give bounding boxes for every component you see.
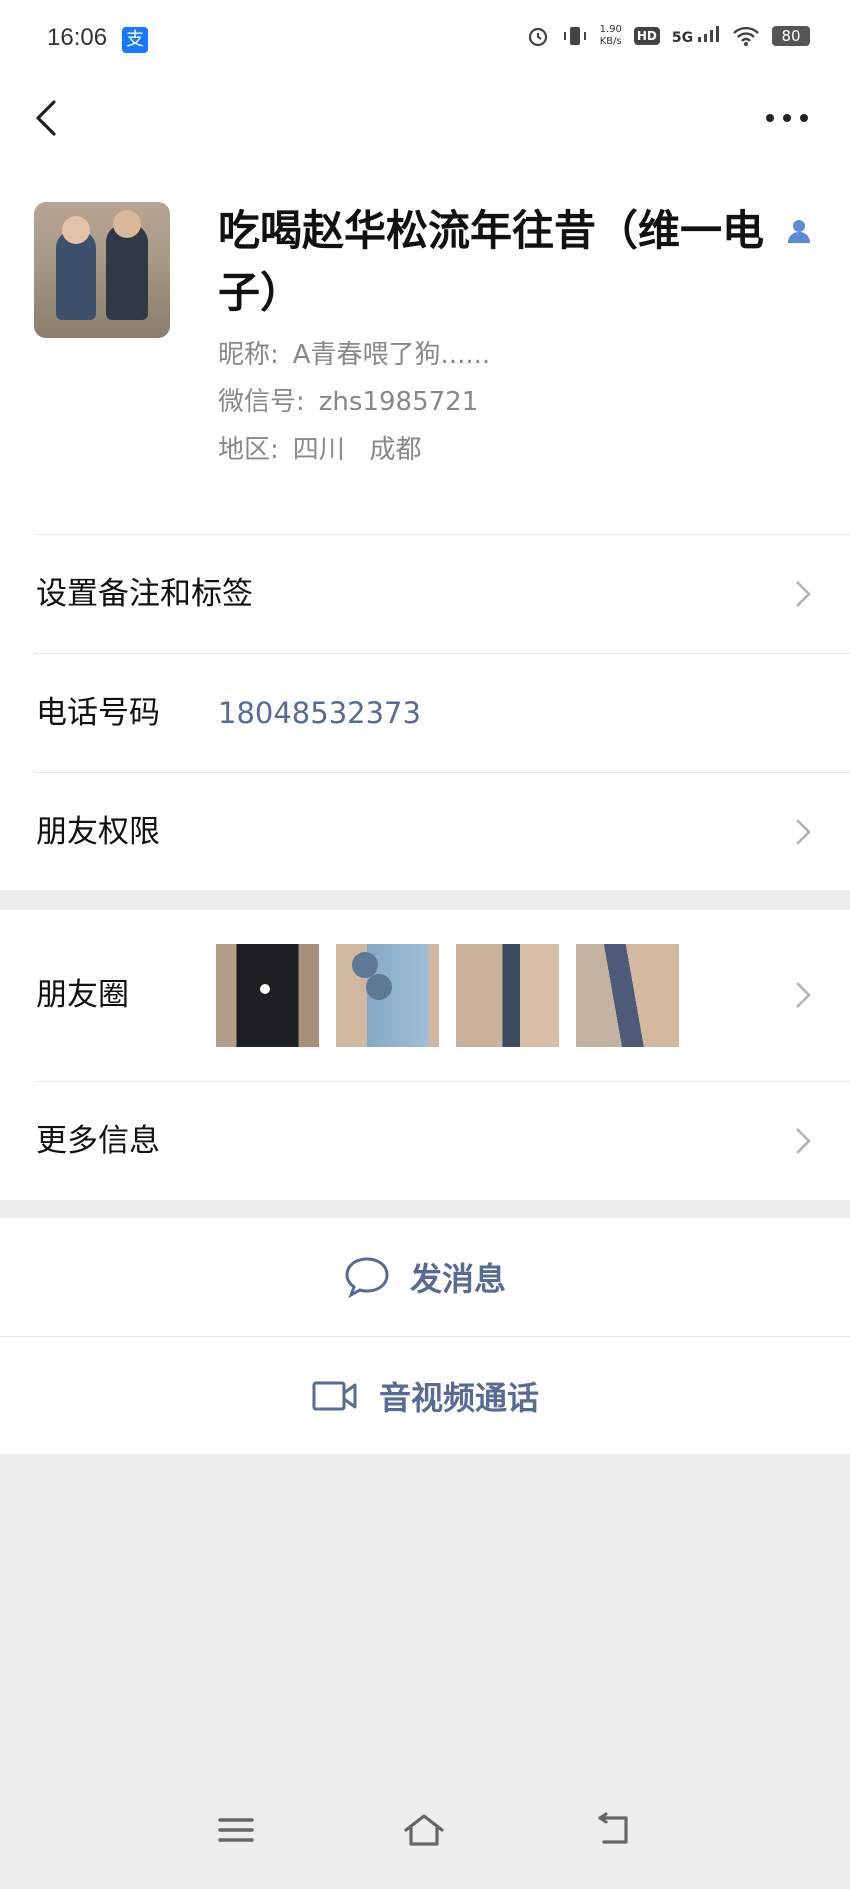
more-info-label: 更多信息 — [36, 1123, 160, 1159]
net-speed-value: 1.90 — [599, 24, 622, 35]
status-bar: 16:06 支 1.90 KB/s HD 5G 80 — [0, 0, 850, 80]
remark-tags-label: 设置备注和标签 — [36, 576, 253, 612]
moments-label: 朋友圈 — [36, 977, 129, 1013]
nickname-label: 昵称: — [218, 340, 279, 370]
home-icon[interactable] — [402, 1810, 446, 1850]
net-speed: 1.90 KB/s — [600, 24, 622, 48]
phone-row[interactable]: 电话号码 18048532373 — [0, 654, 850, 772]
chevron-right-icon — [796, 982, 811, 1008]
video-camera-icon — [312, 1381, 357, 1411]
battery-icon: 80 — [772, 26, 810, 46]
nickname-value: A青春喂了狗...... — [292, 340, 491, 370]
phone-value[interactable]: 18048532373 — [218, 654, 421, 772]
vibrate-icon — [563, 27, 586, 45]
alarm-icon — [528, 27, 547, 47]
wechat-id-value: zhs1985721 — [318, 387, 479, 417]
more-info-row[interactable]: 更多信息 — [0, 1082, 850, 1200]
moments-thumbnail — [456, 944, 559, 1047]
system-nav-bar — [0, 1810, 850, 1870]
network-type: 5G — [671, 30, 694, 46]
chevron-right-icon — [796, 819, 811, 845]
region-line: 地区: 四川 成都 — [218, 429, 422, 466]
send-message-button[interactable]: 发消息 — [0, 1218, 850, 1336]
friend-permission-label: 朋友权限 — [36, 814, 160, 850]
more-dots-icon[interactable] — [764, 108, 810, 128]
send-message-label: 发消息 — [409, 1260, 506, 1298]
back-icon[interactable] — [592, 1810, 636, 1850]
chevron-right-icon — [796, 1128, 811, 1154]
region-label: 地区: — [218, 435, 279, 465]
video-call-button[interactable]: 音视频通话 — [0, 1337, 850, 1455]
hd-icon: HD — [633, 27, 660, 45]
chevron-right-icon — [796, 581, 811, 607]
moments-row[interactable]: 朋友圈 — [0, 910, 850, 1080]
phone-label: 电话号码 — [36, 695, 160, 731]
moments-thumbnail — [336, 944, 439, 1047]
signal-icon: 5G — [672, 26, 720, 46]
moments-thumbnail — [216, 944, 319, 1047]
wifi-icon — [733, 26, 759, 46]
chat-bubble-icon — [345, 1257, 389, 1298]
contact-name: 吃喝赵华松流年往昔（维一电子） — [218, 206, 765, 317]
status-time: 16:06 — [47, 24, 108, 51]
alipay-icon: 支 — [122, 27, 148, 53]
video-call-label: 音视频通话 — [378, 1379, 539, 1417]
friend-permission-row[interactable]: 朋友权限 — [0, 773, 850, 891]
moments-thumbnail — [576, 944, 679, 1047]
back-chevron-icon[interactable] — [28, 98, 68, 138]
menu-icon[interactable] — [214, 1810, 258, 1850]
net-speed-unit: KB/s — [599, 36, 622, 47]
wechat-id-label: 微信号: — [218, 387, 305, 417]
remark-tags-row[interactable]: 设置备注和标签 — [0, 535, 850, 653]
status-icons: 1.90 KB/s HD 5G 80 — [526, 24, 810, 48]
nickname-line: 昵称: A青春喂了狗...... — [218, 334, 490, 371]
moments-thumbnails — [216, 944, 679, 1047]
person-icon — [788, 220, 810, 243]
avatar[interactable] — [34, 202, 170, 338]
wechat-id-line: 微信号: zhs1985721 — [218, 381, 478, 418]
region-value: 四川 成都 — [292, 435, 422, 465]
